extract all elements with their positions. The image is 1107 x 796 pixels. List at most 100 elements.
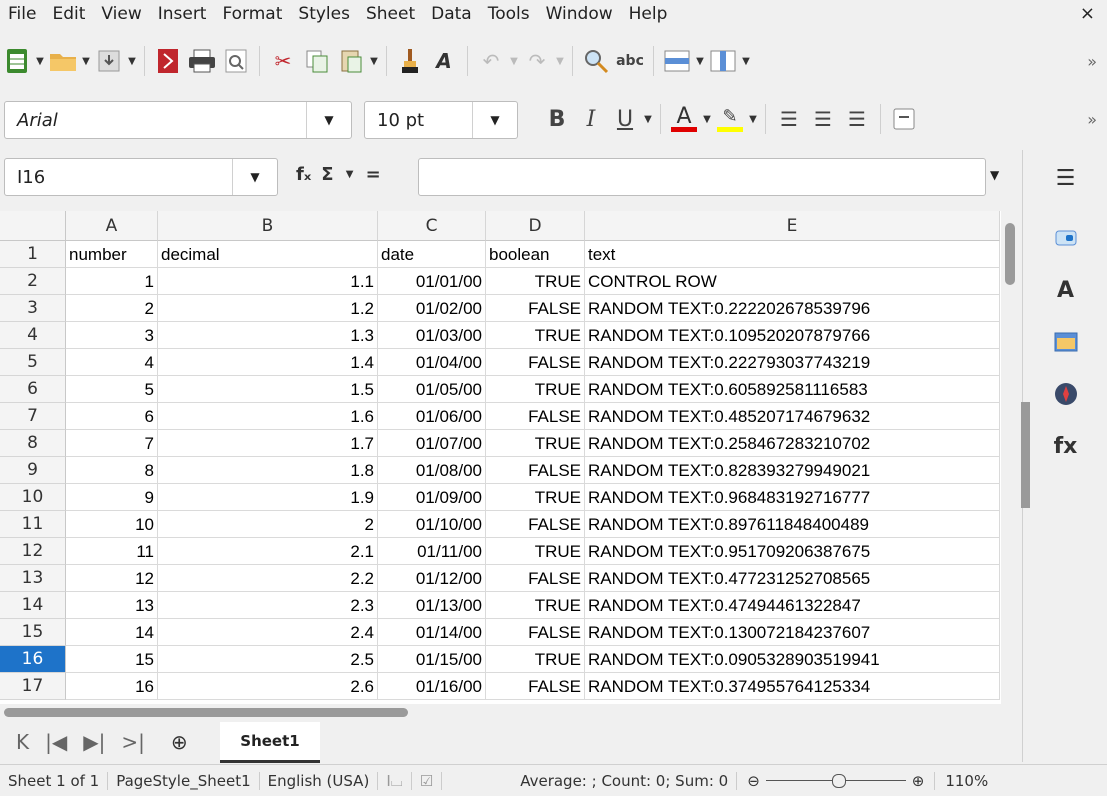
new-spreadsheet-icon[interactable] bbox=[2, 46, 32, 76]
paste-icon[interactable] bbox=[336, 46, 366, 76]
cell-d7[interactable]: FALSE bbox=[486, 403, 585, 430]
previous-sheet-icon[interactable]: |◀ bbox=[45, 730, 67, 754]
properties-icon[interactable] bbox=[1046, 218, 1086, 258]
gallery-icon[interactable] bbox=[1046, 322, 1086, 362]
save-dropdown-icon[interactable]: ▼ bbox=[126, 56, 138, 67]
cell-a11[interactable]: 10 bbox=[66, 511, 158, 538]
cell-d4[interactable]: TRUE bbox=[486, 322, 585, 349]
cell-d6[interactable]: TRUE bbox=[486, 376, 585, 403]
underline-dropdown-icon[interactable]: ▼ bbox=[642, 114, 654, 125]
sheet-tab-sheet1[interactable]: Sheet1 bbox=[220, 722, 320, 763]
vertical-scroll-thumb[interactable] bbox=[1005, 223, 1015, 285]
zoom-in-icon[interactable]: ⊕ bbox=[912, 772, 925, 790]
cell-d1[interactable]: boolean bbox=[486, 241, 585, 268]
menu-file[interactable]: File bbox=[0, 4, 44, 24]
cell-b16[interactable]: 2.5 bbox=[158, 646, 378, 673]
sum-icon[interactable]: Σ bbox=[321, 164, 333, 185]
cell-c11[interactable]: 01/10/00 bbox=[378, 511, 486, 538]
sidebar-collapse-handle[interactable] bbox=[1020, 402, 1030, 508]
cell-c17[interactable]: 01/16/00 bbox=[378, 673, 486, 700]
cell-d2[interactable]: TRUE bbox=[486, 268, 585, 295]
spelling-icon[interactable]: abc bbox=[615, 46, 645, 76]
new-dropdown-icon[interactable]: ▼ bbox=[34, 56, 46, 67]
cell-a2[interactable]: 1 bbox=[66, 268, 158, 295]
cell-e13[interactable]: RANDOM TEXT:0.477231252708565 bbox=[585, 565, 1000, 592]
highlight-color-icon[interactable]: ✎ bbox=[715, 104, 745, 134]
menu-view[interactable]: View bbox=[93, 4, 149, 24]
row-header[interactable]: 3 bbox=[0, 295, 66, 322]
cell-b5[interactable]: 1.4 bbox=[158, 349, 378, 376]
close-icon[interactable]: × bbox=[1080, 3, 1095, 24]
cell-e5[interactable]: RANDOM TEXT:0.222793037743219 bbox=[585, 349, 1000, 376]
cell-c8[interactable]: 01/07/00 bbox=[378, 430, 486, 457]
cell-e7[interactable]: RANDOM TEXT:0.485207174679632 bbox=[585, 403, 1000, 430]
zoom-slider-knob[interactable] bbox=[831, 774, 846, 788]
cell-d10[interactable]: TRUE bbox=[486, 484, 585, 511]
cell-a12[interactable]: 11 bbox=[66, 538, 158, 565]
row-header[interactable]: 17 bbox=[0, 673, 66, 700]
cell-c9[interactable]: 01/08/00 bbox=[378, 457, 486, 484]
navigator-icon[interactable] bbox=[1046, 374, 1086, 414]
cell-e2[interactable]: CONTROL ROW bbox=[585, 268, 1000, 295]
cell-a15[interactable]: 14 bbox=[66, 619, 158, 646]
row-header[interactable]: 14 bbox=[0, 592, 66, 619]
cell-b8[interactable]: 1.7 bbox=[158, 430, 378, 457]
column-icon[interactable] bbox=[708, 46, 738, 76]
open-folder-icon[interactable] bbox=[48, 46, 78, 76]
more-options-icon[interactable]: » bbox=[1087, 52, 1097, 71]
column-header-d[interactable]: D bbox=[486, 211, 585, 241]
zoom-level[interactable]: 110% bbox=[934, 771, 988, 790]
expand-formula-icon[interactable]: ▼ bbox=[990, 168, 999, 182]
cell-a6[interactable]: 5 bbox=[66, 376, 158, 403]
cell-a16[interactable]: 15 bbox=[66, 646, 158, 673]
cell-d17[interactable]: FALSE bbox=[486, 673, 585, 700]
row-header[interactable]: 11 bbox=[0, 511, 66, 538]
vertical-scrollbar[interactable] bbox=[1001, 211, 1021, 704]
row-header[interactable]: 10 bbox=[0, 484, 66, 511]
row-header[interactable]: 13 bbox=[0, 565, 66, 592]
cell-c4[interactable]: 01/03/00 bbox=[378, 322, 486, 349]
cell-b14[interactable]: 2.3 bbox=[158, 592, 378, 619]
page-style[interactable]: PageStyle_Sheet1 bbox=[108, 771, 260, 790]
cell-a1[interactable]: number bbox=[66, 241, 158, 268]
save-icon[interactable] bbox=[94, 46, 124, 76]
horizontal-scrollbar[interactable] bbox=[0, 704, 1001, 720]
name-box[interactable]: I16 ▼ bbox=[4, 158, 278, 196]
cell-d16[interactable]: TRUE bbox=[486, 646, 585, 673]
font-name-combo[interactable]: Arial ▼ bbox=[4, 101, 352, 139]
cell-b9[interactable]: 1.8 bbox=[158, 457, 378, 484]
cell-d9[interactable]: FALSE bbox=[486, 457, 585, 484]
redo-dropdown-icon[interactable]: ▼ bbox=[554, 56, 566, 67]
zoom-out-icon[interactable]: ⊖ bbox=[747, 772, 760, 790]
cell-e6[interactable]: RANDOM TEXT:0.605892581116583 bbox=[585, 376, 1000, 403]
cell-b12[interactable]: 2.1 bbox=[158, 538, 378, 565]
cell-c7[interactable]: 01/06/00 bbox=[378, 403, 486, 430]
cell-b13[interactable]: 2.2 bbox=[158, 565, 378, 592]
row-header[interactable]: 12 bbox=[0, 538, 66, 565]
cell-b17[interactable]: 2.6 bbox=[158, 673, 378, 700]
name-box-dropdown-icon[interactable]: ▼ bbox=[232, 159, 277, 195]
cell-a17[interactable]: 16 bbox=[66, 673, 158, 700]
clone-formatting-icon[interactable] bbox=[395, 46, 425, 76]
cell-e17[interactable]: RANDOM TEXT:0.374955764125334 bbox=[585, 673, 1000, 700]
paste-dropdown-icon[interactable]: ▼ bbox=[368, 56, 380, 67]
cell-d15[interactable]: FALSE bbox=[486, 619, 585, 646]
copy-icon[interactable] bbox=[302, 46, 332, 76]
cell-a7[interactable]: 6 bbox=[66, 403, 158, 430]
bold-icon[interactable]: B bbox=[542, 104, 572, 134]
row-header[interactable]: 5 bbox=[0, 349, 66, 376]
font-color-icon[interactable]: A bbox=[669, 104, 699, 134]
menu-edit[interactable]: Edit bbox=[44, 4, 93, 24]
cell-a13[interactable]: 12 bbox=[66, 565, 158, 592]
clear-formatting-icon[interactable]: A bbox=[429, 46, 459, 76]
cell-d12[interactable]: TRUE bbox=[486, 538, 585, 565]
formula-input[interactable] bbox=[418, 158, 986, 196]
row-header[interactable]: 4 bbox=[0, 322, 66, 349]
cell-b7[interactable]: 1.6 bbox=[158, 403, 378, 430]
menu-data[interactable]: Data bbox=[423, 4, 480, 24]
cell-e15[interactable]: RANDOM TEXT:0.130072184237607 bbox=[585, 619, 1000, 646]
cell-a4[interactable]: 3 bbox=[66, 322, 158, 349]
column-header-c[interactable]: C bbox=[378, 211, 486, 241]
cell-d8[interactable]: TRUE bbox=[486, 430, 585, 457]
cell-e3[interactable]: RANDOM TEXT:0.222202678539796 bbox=[585, 295, 1000, 322]
